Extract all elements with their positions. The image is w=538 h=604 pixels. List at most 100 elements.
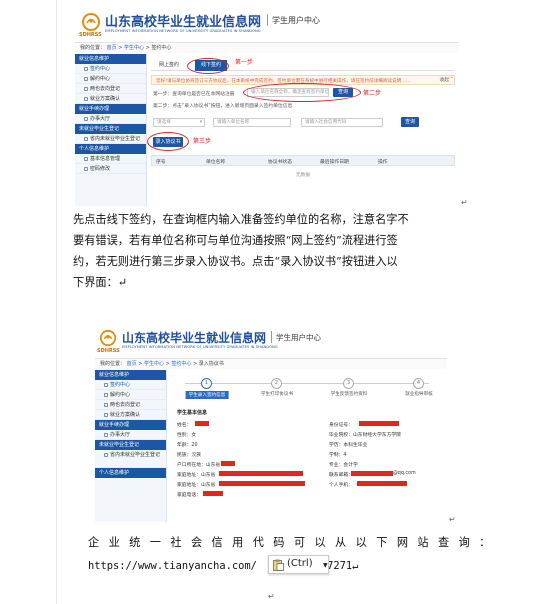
doc-icon (84, 116, 88, 121)
field-home-address: 家庭地址：山东省 (177, 473, 216, 478)
step-circle: 3 (343, 378, 354, 389)
field-hukou: 户口所在地：山东省 (177, 463, 221, 468)
doc-icon (84, 66, 88, 71)
step-label: 学生打印协议书 (260, 392, 294, 397)
step-label-active: 学生录入签约信息 (185, 391, 229, 399)
field-school: 毕业院校：山东财经大学东方学院 (329, 433, 401, 438)
credit-code-text: 企业统一社会信用代码可以从以下网站查询： (88, 536, 500, 549)
redaction-bar (221, 461, 235, 466)
sidebar-item-plan-confirm[interactable]: 就业方案确认 (75, 94, 146, 104)
status-select-value: 请选择 (157, 120, 171, 125)
breadcrumb-center-link[interactable]: 学生中心 (144, 361, 164, 367)
col-action: 操作 (378, 160, 388, 165)
redaction-bar (195, 421, 209, 426)
sidebar-item-basic-info[interactable]: 基本信息管理 (75, 154, 146, 164)
clipboard-icon (273, 559, 284, 571)
sidebar-item-label: 就业方案确认 (110, 412, 141, 418)
field-email: 联系邮箱： (329, 473, 353, 478)
sidebar-item-label: 解约中心 (110, 392, 131, 398)
sidebar-item-service-hall[interactable]: 办事大厅 (75, 114, 146, 124)
site-logo-icon (99, 329, 117, 347)
sidebar-item-label: 基本信息管理 (90, 156, 121, 162)
redaction-bar (357, 481, 407, 486)
sidebar-item-sign-center[interactable]: 签约中心 (75, 64, 146, 74)
breadcrumb-prefix: 我的位置： (100, 361, 126, 367)
logo-abbr: SDHRSS (97, 348, 120, 354)
sidebar-item-password[interactable]: 密码修改 (75, 164, 146, 174)
breadcrumb: 我的位置： 首页 > 学生中心 > 签约中心 > 录入协议书 (95, 358, 447, 369)
step-circle: 1 (201, 378, 212, 389)
paragraph-mark: ↵ (268, 592, 275, 601)
sidebar-item-destination[interactable]: 两也去向登记 (95, 400, 166, 410)
sidebar-group: 就业信息维护 (75, 54, 146, 64)
step-one-text: 第一步：查询单位是否已在本网站注册 (153, 92, 235, 97)
field-degree: 学历：本科生毕业 (329, 443, 368, 448)
paste-options-button[interactable]: (Ctrl) ▼ (268, 555, 329, 574)
credit-code-filter[interactable]: 请输入社会信用代码 (301, 118, 383, 127)
breadcrumb-center-link[interactable]: 学生中心 (124, 45, 144, 51)
collapse-link[interactable]: 收起 ˄ (439, 76, 453, 83)
tab-online-sign[interactable]: 网上签约 (153, 60, 185, 71)
sidebar-item-label: 省内未就业毕业生登记 (110, 452, 161, 458)
paragraph-line: 下界面：↵ (73, 276, 128, 289)
sidebar-nav: 就业信息维护 签约中心 解约中心 两也去向登记 就业方案确认 就业手续办理 办事… (95, 370, 167, 522)
site-title: 山东高校毕业生就业信息网 (105, 15, 262, 30)
sidebar-item-cancel-center[interactable]: 解约中心 (75, 74, 146, 84)
step-label: 学生反馈签约资料 (330, 392, 368, 397)
sidebar-group: 个人信息维护 (75, 144, 146, 154)
filter-search-button[interactable]: 查询 (401, 117, 419, 127)
doc-icon (84, 76, 88, 81)
field-ethnicity: 民族：汉族 (177, 453, 201, 458)
sidebar-item-label: 签约中心 (110, 382, 131, 388)
sidebar-group: 就业手续办理 (75, 104, 146, 114)
redaction-bar (359, 421, 399, 426)
sidebar-item-sign-center[interactable]: 签约中心 (95, 380, 166, 390)
sidebar-item-unemployed-register[interactable]: 省内未就业毕业生登记 (95, 450, 166, 468)
unit-name-filter[interactable]: 请输入单位名称 (213, 118, 291, 127)
instruction-paragraph: 先点击线下签约，在查询框内输入准备签约单位的名称，注意名字不 要有错误，若有单位… (73, 209, 465, 293)
sidebar-item-destination[interactable]: 两也去向登记 (75, 84, 146, 94)
field-home-address: 家庭地址：山东省 (177, 483, 216, 488)
paste-options-label: (Ctrl) (287, 558, 313, 569)
screenshot-enter-agreement: SDHRSS 山东高校毕业生就业信息网 EMPLOYMENT INFORMATI… (95, 326, 447, 522)
sidebar-group: 个人信息维护 (95, 468, 166, 478)
portal-title: 学生用户中心 (272, 16, 320, 25)
breadcrumb-prefix: 我的位置： (80, 45, 106, 51)
logo-abbr: SDHRSS (79, 32, 102, 38)
step-two-text: 第二步：点击“录入协议书”按钮，进入新增页面录入签约单位信息 (153, 104, 293, 109)
header-divider (271, 331, 272, 343)
breadcrumb-home-link[interactable]: 首页 (127, 361, 137, 367)
sidebar-item-plan-confirm[interactable]: 就业方案确认 (95, 410, 166, 420)
main-content: 网上签约 线下签约 第一步 您好!请与单位协商签订三方协议后，在本系统中完成签约… (147, 57, 455, 206)
annotation-step1: 第一步 (235, 59, 254, 66)
redaction-bar (219, 471, 303, 476)
site-header: SDHRSS 山东高校毕业生就业信息网 EMPLOYMENT INFORMATI… (75, 8, 459, 42)
sidebar-item-unemployed-register[interactable]: 省内未就业毕业生登记 (75, 134, 146, 144)
breadcrumb: 我的位置： 首页 > 学生中心 > 签约中心 (75, 42, 459, 53)
sidebar-item-label: 解约中心 (90, 76, 111, 82)
breadcrumb-current: 签约中心 (151, 45, 172, 51)
sidebar-group: 未就业毕业生登记 (75, 124, 146, 134)
col-status: 协议书状态 (268, 160, 292, 165)
doc-icon (104, 382, 108, 387)
paragraph-line: 要有错误，若有单位名称可与单位沟通按照“网上签约”流程进行签 (73, 234, 398, 247)
step-circle: 2 (271, 378, 282, 389)
doc-icon (104, 412, 108, 417)
sidebar-item-cancel-center[interactable]: 解约中心 (95, 390, 166, 400)
breadcrumb-home-link[interactable]: 首页 (107, 45, 117, 51)
table-empty-text: 无数据 (295, 173, 311, 178)
url-prefix[interactable]: https://www.tianyancha.com/ (88, 560, 257, 572)
chevron-up-icon: ˄ (450, 78, 453, 83)
header-divider (267, 14, 268, 26)
paragraph-mark: ↵ (461, 198, 468, 207)
sidebar-nav: 就业信息维护 签约中心 解约中心 两也去向登记 就业方案确认 就业手续办理 办事… (75, 54, 147, 206)
steps-track (185, 383, 429, 384)
breadcrumb-current: 录入协议书 (198, 361, 224, 367)
breadcrumb-sign-link[interactable]: 签约中心 (171, 361, 191, 367)
annotation-step2: 第二步 (363, 90, 382, 97)
sidebar-item-service-hall[interactable]: 办事大厅 (95, 430, 166, 440)
paragraph-mark: ↵ (449, 515, 456, 524)
col-last-date: 最后操作日期 (320, 160, 349, 165)
site-title-en: EMPLOYMENT INFORMATION NETWORK OF UNIVER… (122, 345, 278, 349)
status-select[interactable]: 请选择 ▾ (153, 118, 205, 127)
